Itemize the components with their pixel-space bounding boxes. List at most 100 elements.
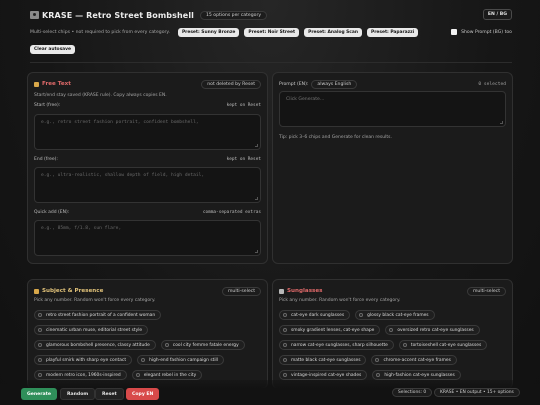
selections-count: Selections: 0: [392, 388, 433, 397]
subject-chips: retro street fashion portrait of a confi…: [34, 310, 261, 385]
chip[interactable]: modern retro icon, 1960s-inspired: [34, 370, 127, 380]
chip-label: oversized retro cat-eye sunglasses: [397, 327, 474, 333]
chip[interactable]: vintage-inspired cat-eye shades: [279, 370, 368, 380]
chip[interactable]: matte black cat-eye sunglasses: [279, 355, 367, 365]
chip[interactable]: cool city femme fatale energy: [160, 340, 245, 350]
random-button[interactable]: Random: [60, 388, 96, 400]
radio-icon: [359, 313, 364, 317]
chip-label: vintage-inspired cat-eye shades: [291, 372, 362, 378]
end-textarea[interactable]: e.g., ultra-realistic, shallow depth of …: [34, 167, 261, 203]
preset-paparazzi-button[interactable]: Preset: Paparazzi: [367, 27, 419, 37]
chip[interactable]: high-fashion cat-eye sunglasses: [372, 370, 461, 380]
reset-button[interactable]: Reset: [95, 388, 124, 400]
radio-icon: [38, 343, 42, 347]
chip-label: cat-eye dark sunglasses: [291, 312, 345, 318]
chip[interactable]: glossy black cat-eye frames: [355, 310, 435, 320]
crown-icon: [34, 288, 39, 294]
radio-icon: [164, 343, 169, 347]
selections-status: Selections: 0: [392, 388, 433, 397]
chip-label: narrow cat-eye sunglasses, sharp silhoue…: [291, 342, 388, 348]
clear-autosave-button[interactable]: Clear autosave: [30, 45, 75, 54]
chip-label: retro street fashion portrait of a confi…: [46, 312, 156, 318]
chip[interactable]: retro street fashion portrait of a confi…: [34, 310, 162, 320]
sunglasses-chips: cat-eye dark sunglasses glossy black cat…: [279, 310, 506, 385]
radio-icon: [283, 313, 287, 317]
sunglasses-badge: multi-select: [466, 286, 506, 296]
end-label: End (free):: [34, 157, 58, 162]
sunglasses-header: Sunglasses multi-select: [279, 286, 506, 296]
chip[interactable]: glamorous bombshell presence, classy att…: [34, 340, 156, 350]
radio-icon: [141, 358, 146, 362]
end-note: kept on Reset: [226, 157, 261, 162]
chip[interactable]: playful smirk with sharp eye contact: [34, 355, 133, 365]
free-text-panel: Free Text not deleted by Reset Start/end…: [27, 72, 268, 264]
chip[interactable]: narrow cat-eye sunglasses, sharp silhoue…: [279, 340, 394, 350]
chip[interactable]: cat-eye dark sunglasses: [279, 310, 351, 320]
language-toggle-button[interactable]: EN / BG: [482, 9, 512, 20]
quick-note: comma-separated extras: [202, 210, 261, 215]
generate-button[interactable]: Generate: [21, 388, 57, 400]
divider: [30, 62, 512, 63]
show-prompt-toggle[interactable]: Show Prompt (BG) too: [451, 29, 512, 35]
options-badge: 15 options per category: [200, 10, 268, 20]
chip-label: high-fashion cat-eye sunglasses: [384, 372, 455, 378]
chip-label: chrome-accent cat-eye frames: [383, 357, 451, 363]
resize-handle[interactable]: [255, 144, 258, 147]
chip[interactable]: cinematic urban muse, editorial street s…: [34, 325, 149, 335]
quick-label: Quick add (EN):: [34, 210, 70, 215]
prompt-label: Prompt (EN):: [279, 81, 309, 87]
preset-analog-scan-button[interactable]: Preset: Analog Scan: [304, 27, 362, 37]
prompt-panel: Prompt (EN): always English 0 selected C…: [272, 72, 513, 264]
prompt-placeholder: Click Generate...: [286, 97, 325, 102]
resize-handle[interactable]: [500, 121, 503, 124]
resize-handle[interactable]: [255, 250, 258, 253]
show-prompt-checkbox[interactable]: [451, 29, 458, 35]
preset-sunny-bronze-button[interactable]: Preset: Sunny Bronze: [177, 27, 240, 37]
subject-title: Subject & Presence: [42, 288, 104, 294]
prompt-output[interactable]: Click Generate...: [279, 91, 506, 127]
chip[interactable]: smoky gradient lenses, cat-eye shape: [279, 325, 381, 335]
start-textarea[interactable]: e.g., retro street fashion portrait, con…: [34, 114, 261, 150]
radio-icon: [402, 343, 407, 347]
start-field-label-row: Start (free): kept on Reset: [34, 103, 261, 108]
chip[interactable]: elegant rebel in the city: [131, 370, 203, 380]
copy-en-button[interactable]: Copy EN: [126, 388, 160, 400]
quick-add-textarea[interactable]: e.g., 85mm, f/1.8, sun flare,: [34, 220, 261, 256]
free-text-title: Free Text: [42, 81, 71, 87]
quick-field-label-row: Quick add (EN): comma-separated extras: [34, 210, 261, 215]
header: KRASE — Retro Street Bombshell 15 option…: [30, 8, 512, 22]
output-badge: KRASE • EN output • 15+ options: [434, 388, 520, 397]
chip[interactable]: chrome-accent cat-eye frames: [371, 355, 457, 365]
chip[interactable]: high-end fashion campaign still: [137, 355, 224, 365]
camera-icon: [30, 11, 39, 19]
toolbar-hint: Multi-select chips • not required to pic…: [30, 29, 170, 35]
subject-panel: Subject & Presence multi-select Pick any…: [27, 279, 268, 389]
free-text-badge: not deleted by Reset: [201, 79, 261, 89]
chip-label: cinematic urban muse, editorial street s…: [46, 327, 143, 333]
radio-icon: [38, 328, 42, 332]
quick-placeholder: e.g., 85mm, f/1.8, sun flare,: [41, 226, 122, 231]
chip[interactable]: tortoiseshell cat-eye sunglasses: [398, 340, 488, 350]
chip-label: high-end fashion campaign still: [149, 357, 218, 363]
show-prompt-label: Show Prompt (BG) too: [461, 29, 512, 35]
preset-noir-street-button[interactable]: Preset: Noir Street: [244, 27, 300, 37]
free-text-header: Free Text not deleted by Reset: [34, 79, 261, 89]
pencil-icon: [34, 81, 39, 87]
end-placeholder: e.g., ultra-realistic, shallow depth of …: [41, 173, 205, 178]
page-title: KRASE — Retro Street Bombshell: [42, 10, 194, 20]
resize-handle[interactable]: [255, 197, 258, 200]
sunglasses-title: Sunglasses: [287, 288, 323, 294]
prompt-header: Prompt (EN): always English 0 selected: [279, 79, 506, 89]
subject-badge: multi-select: [221, 286, 261, 296]
subject-subtitle: Pick any number. Random won't force ever…: [34, 298, 156, 303]
toolbar: Multi-select chips • not required to pic…: [30, 26, 512, 38]
selected-count: 0 selected: [478, 81, 506, 87]
chip[interactable]: oversized retro cat-eye sunglasses: [385, 325, 480, 335]
radio-icon: [283, 358, 287, 362]
sparkle-icon: [279, 288, 284, 294]
prompt-badge: always English: [311, 79, 358, 89]
chip-label: matte black cat-eye sunglasses: [291, 357, 361, 363]
chip-label: modern retro icon, 1960s-inspired: [46, 372, 121, 378]
radio-icon: [389, 328, 394, 332]
end-field-label-row: End (free): kept on Reset: [34, 157, 261, 162]
